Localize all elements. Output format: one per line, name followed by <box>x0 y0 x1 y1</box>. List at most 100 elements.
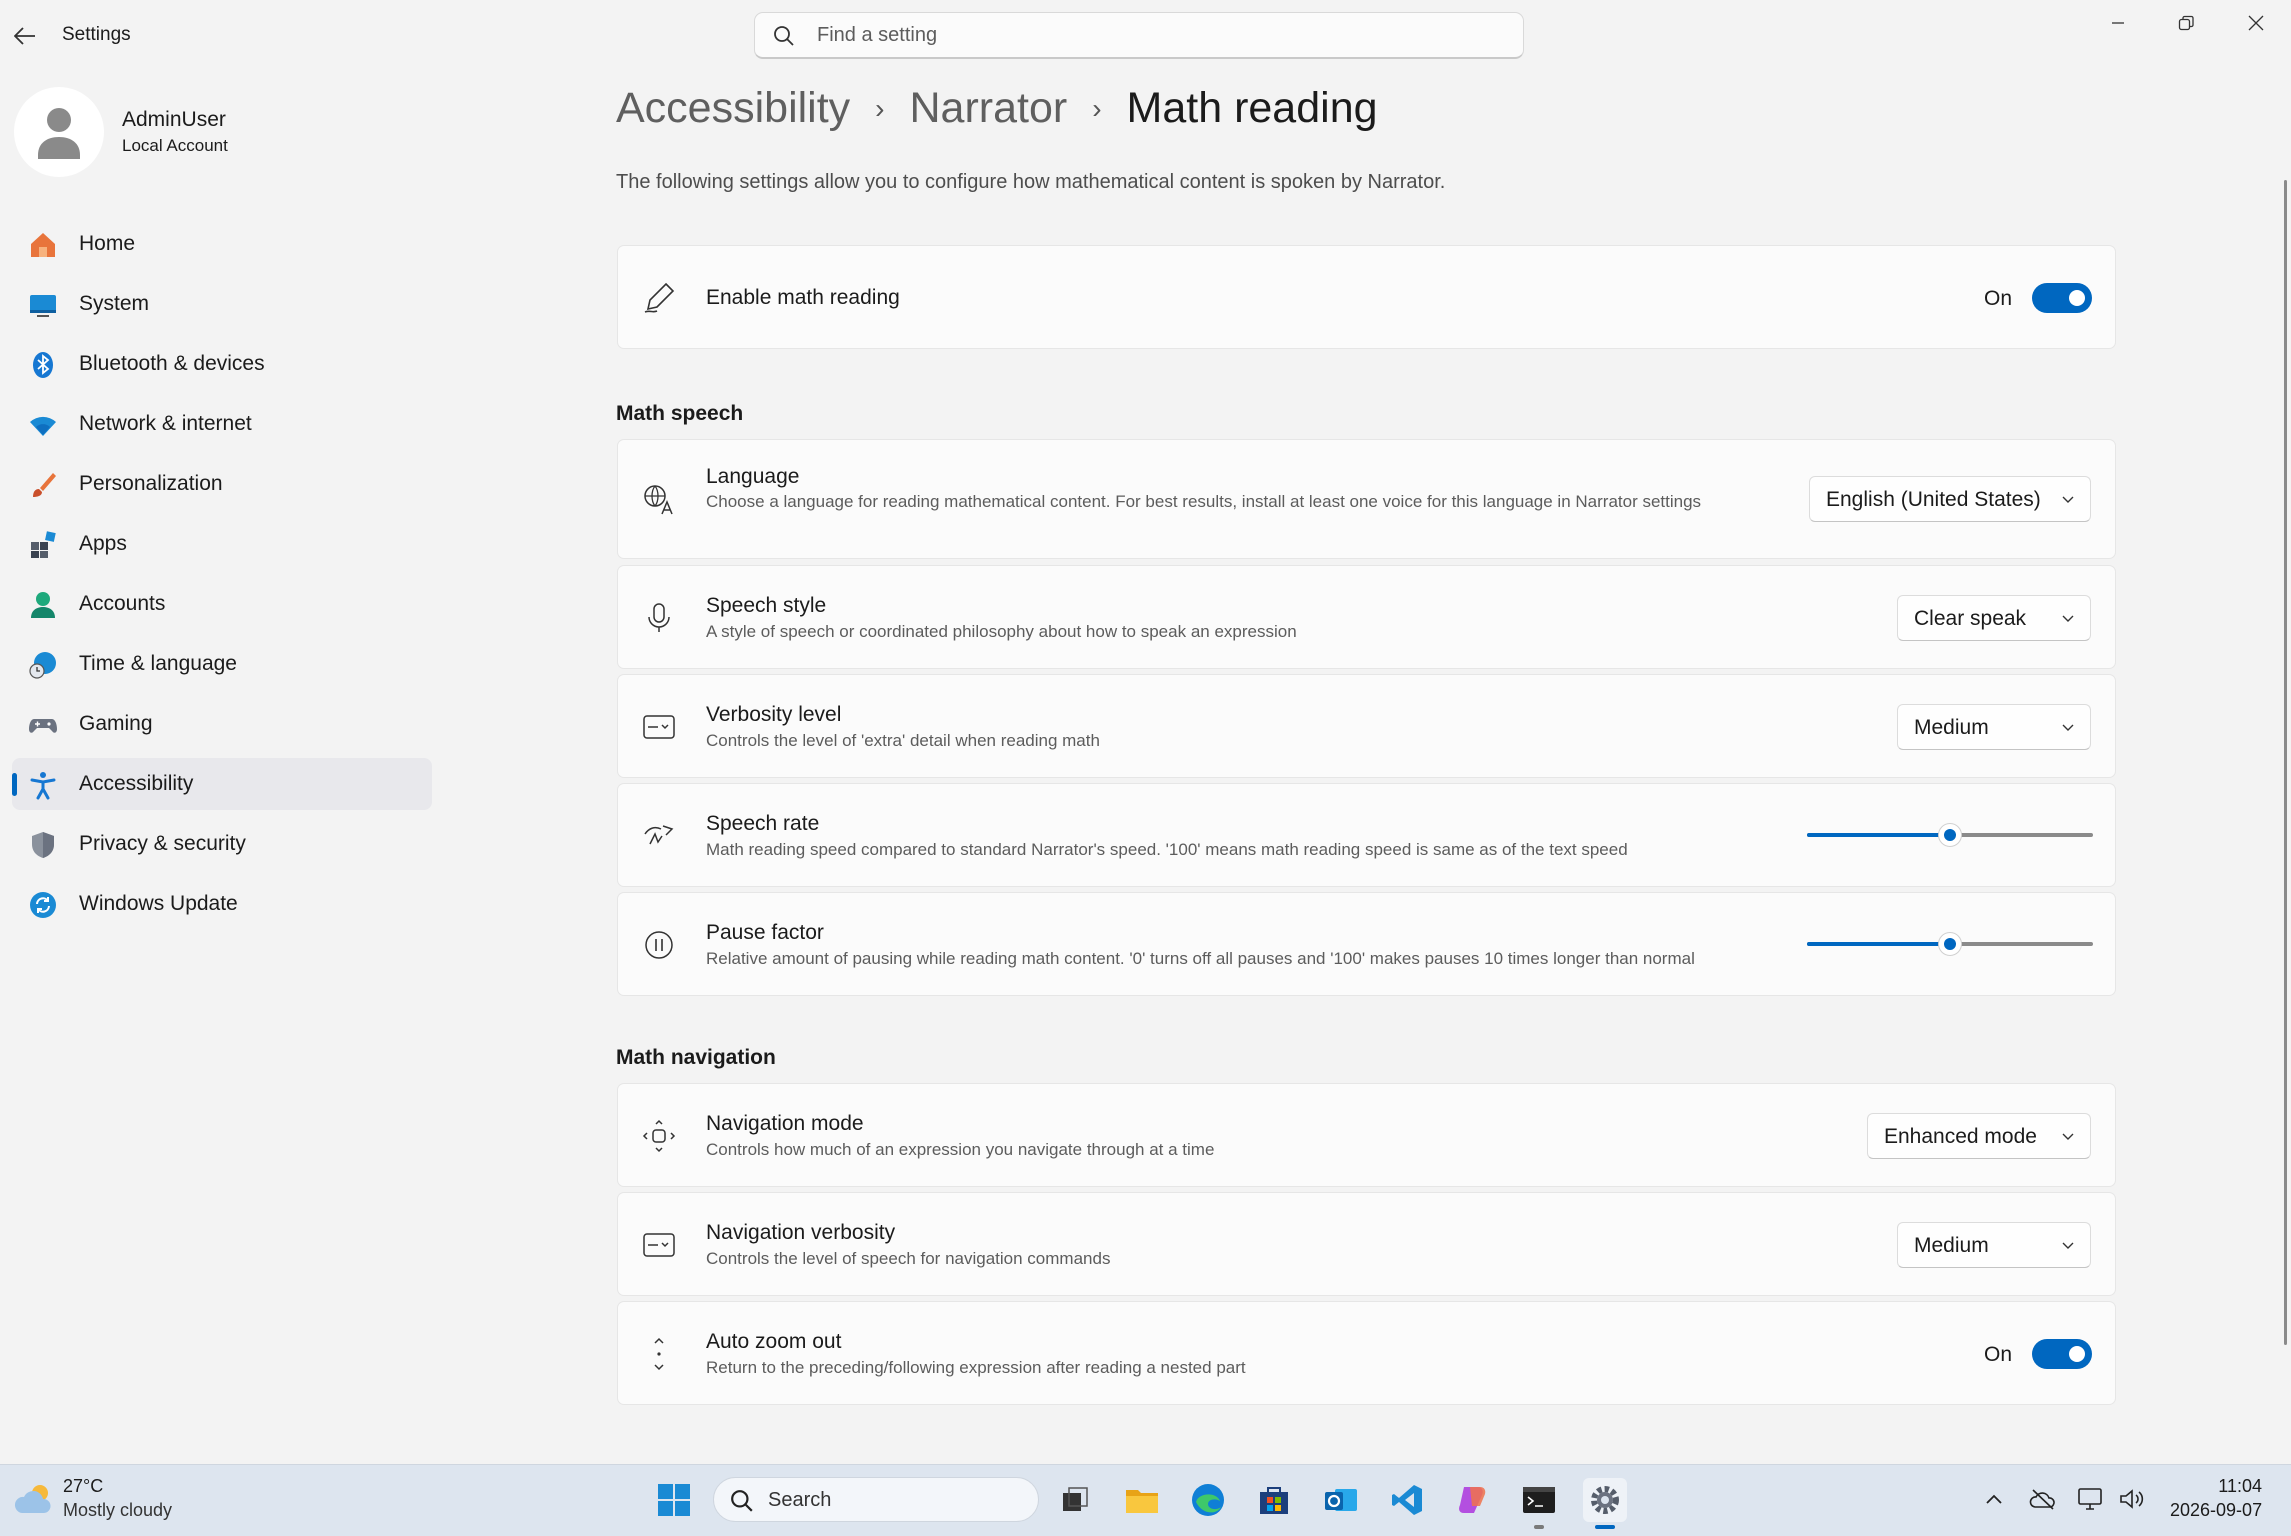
sidebar-item-privacy[interactable]: Privacy & security <box>12 818 432 870</box>
slider-thumb[interactable] <box>1938 932 1962 956</box>
setting-title: Navigation verbosity <box>706 1221 896 1244</box>
sidebar-item-time-language[interactable]: Time & language <box>12 638 432 690</box>
setting-description: Return to the preceding/following expres… <box>706 1358 1246 1377</box>
chevron-down-icon <box>2062 1242 2074 1249</box>
chevron-down-icon <box>2062 496 2074 503</box>
speech-rate-slider[interactable] <box>1807 820 2093 850</box>
weather-description[interactable]: Mostly cloudy <box>63 1500 172 1521</box>
sidebar-item-accounts[interactable]: Accounts <box>12 578 432 630</box>
speech-style-dropdown[interactable]: Clear speak <box>1897 595 2091 641</box>
sidebar-item-accessibility[interactable]: Accessibility <box>12 758 432 810</box>
toggle-state-label: On <box>1984 287 2013 310</box>
network-tray[interactable] <box>2075 1484 2105 1514</box>
taskbar-file-explorer[interactable] <box>1120 1478 1164 1522</box>
taskbar-settings[interactable] <box>1583 1478 1627 1522</box>
auto-zoom-out-toggle[interactable] <box>2032 1339 2092 1369</box>
network-icon <box>2078 1488 2102 1510</box>
avatar[interactable] <box>14 87 104 177</box>
microphone-icon <box>648 603 670 632</box>
settings-search[interactable] <box>754 12 1524 59</box>
taskbar-search[interactable]: Search <box>713 1477 1039 1522</box>
close-button[interactable] <box>2222 0 2290 46</box>
onedrive-tray[interactable] <box>2028 1484 2058 1514</box>
navigation-icon <box>642 1119 676 1153</box>
sidebar-item-apps[interactable]: Apps <box>12 518 432 570</box>
taskbar-vscode[interactable] <box>1385 1478 1429 1522</box>
expand-collapse-icon <box>654 1337 664 1371</box>
taskbar-copilot[interactable] <box>1451 1478 1495 1522</box>
dropdown-value: Medium <box>1914 1234 1989 1257</box>
breadcrumb-accessibility[interactable]: Accessibility <box>616 84 850 133</box>
navigation-verbosity-card: Navigation verbosity Controls the level … <box>617 1192 2116 1296</box>
volume-tray[interactable] <box>2117 1484 2147 1514</box>
sidebar-item-label: Network & internet <box>79 412 252 435</box>
verbosity-level-dropdown[interactable]: Medium <box>1897 704 2091 750</box>
sidebar-item-label: Accounts <box>79 592 166 615</box>
breadcrumb-narrator[interactable]: Narrator <box>910 84 1068 133</box>
navigation-mode-dropdown[interactable]: Enhanced mode <box>1867 1113 2091 1159</box>
sidebar-item-label: Bluetooth & devices <box>79 352 265 375</box>
monitor-icon <box>30 295 56 317</box>
toggle-state-label: On <box>1984 1343 2013 1366</box>
running-indicator <box>1534 1525 1544 1529</box>
section-title-math-speech: Math speech <box>616 402 744 425</box>
enable-math-reading-toggle[interactable] <box>2032 283 2092 313</box>
taskbar-outlook[interactable] <box>1319 1478 1363 1522</box>
sidebar-item-home[interactable]: Home <box>12 218 432 270</box>
sidebar-item-windows-update[interactable]: Windows Update <box>12 878 432 930</box>
setting-title: Pause factor <box>706 921 824 944</box>
copilot-icon <box>1459 1487 1486 1513</box>
person-icon <box>38 108 80 159</box>
minimize-button[interactable] <box>2084 0 2152 46</box>
clock-time[interactable]: 11:04 <box>2196 1476 2262 1497</box>
start-button[interactable] <box>652 1478 696 1522</box>
restore-icon <box>2178 15 2194 31</box>
app-title: Settings <box>62 24 131 45</box>
store-icon <box>1260 1487 1288 1514</box>
chevron-down-icon <box>2062 724 2074 731</box>
slider-thumb[interactable] <box>1938 823 1962 847</box>
sidebar-item-gaming[interactable]: Gaming <box>12 698 432 750</box>
sidebar-item-bluetooth[interactable]: Bluetooth & devices <box>12 338 432 390</box>
dropdown-value: Clear speak <box>1914 607 2027 630</box>
folder-icon <box>1126 1490 1158 1513</box>
breadcrumb-separator: › <box>1092 92 1102 124</box>
windows-logo-icon <box>658 1484 690 1516</box>
section-title-math-navigation: Math navigation <box>616 1046 776 1069</box>
sidebar-item-network[interactable]: Network & internet <box>12 398 432 450</box>
sidebar-item-label: Privacy & security <box>79 832 246 855</box>
paintbrush-icon <box>33 473 56 497</box>
taskbar-store[interactable] <box>1252 1478 1296 1522</box>
slider-fill <box>1807 942 1950 946</box>
gamepad-icon <box>29 719 57 733</box>
bluetooth-icon <box>33 352 53 378</box>
sidebar-item-label: Time & language <box>79 652 237 675</box>
navigation-verbosity-dropdown[interactable]: Medium <box>1897 1222 2091 1268</box>
setting-title: Navigation mode <box>706 1112 864 1135</box>
slider-fill <box>1807 833 1950 837</box>
weather-temperature[interactable]: 27°C <box>63 1476 103 1497</box>
setting-title: Auto zoom out <box>706 1330 842 1353</box>
pause-factor-card: Pause factor Relative amount of pausing … <box>617 892 2116 996</box>
setting-title: Speech style <box>706 594 827 617</box>
cloud-sun-icon[interactable] <box>14 1479 56 1519</box>
terminal-icon <box>1523 1487 1555 1513</box>
sidebar-item-system[interactable]: System <box>12 278 432 330</box>
active-indicator <box>12 773 17 796</box>
speech-style-card: Speech style A style of speech or coordi… <box>617 565 2116 669</box>
language-dropdown[interactable]: English (United States) <box>1809 476 2091 522</box>
breadcrumb-separator: › <box>875 92 885 124</box>
search-input[interactable] <box>815 13 1509 58</box>
show-hidden-icons[interactable] <box>1979 1484 2009 1514</box>
wifi-icon <box>30 416 56 436</box>
setting-title: Enable math reading <box>706 286 900 309</box>
clock-date[interactable]: 2026-09-07 <box>2170 1500 2262 1521</box>
scrollbar[interactable] <box>2284 180 2287 1345</box>
restore-button[interactable] <box>2152 0 2220 46</box>
taskbar-edge[interactable] <box>1186 1478 1230 1522</box>
sidebar-item-personalization[interactable]: Personalization <box>12 458 432 510</box>
back-button[interactable] <box>10 18 40 54</box>
taskbar-task-view[interactable] <box>1053 1478 1097 1522</box>
taskbar-terminal[interactable] <box>1517 1478 1561 1522</box>
pause-factor-slider[interactable] <box>1807 929 2093 959</box>
